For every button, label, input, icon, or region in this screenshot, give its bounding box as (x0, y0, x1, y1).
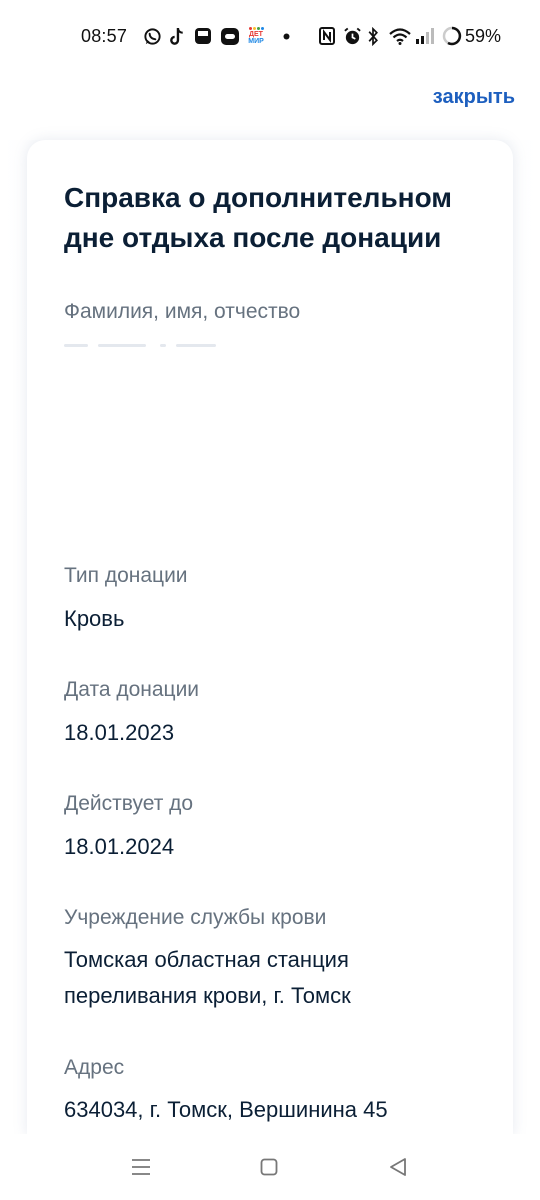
nfc-icon (318, 26, 336, 46)
certificate-card: Справка о дополнительном дне отдыха посл… (27, 140, 513, 1136)
detmir-bottom-text: МИР (248, 38, 264, 45)
app-icon (219, 26, 241, 46)
home-icon[interactable] (254, 1154, 284, 1180)
redacted-name (64, 344, 224, 348)
back-icon[interactable] (383, 1154, 413, 1180)
detmir-icon: ДЕТ МИР (246, 26, 266, 46)
donation-date-label: Дата донации (64, 678, 200, 701)
signal-icon (414, 26, 436, 46)
valid-until-label: Действует до (64, 792, 194, 815)
fio-label: Фамилия, имя, отчество (64, 300, 301, 323)
battery-percent: 59% (465, 26, 502, 46)
wifi-icon (388, 26, 412, 46)
close-button[interactable]: закрыть (433, 86, 515, 109)
bluetooth-icon (366, 26, 380, 46)
donation-type-label: Тип донации (64, 564, 188, 587)
status-bar: 08:57 ДЕТ МИР 59% (0, 0, 540, 72)
valid-until-value: 18.01.2024 (64, 834, 175, 859)
battery-icon (441, 26, 463, 46)
cup-icon (193, 26, 213, 46)
status-time: 08:57 (81, 26, 128, 46)
system-nav-bar (0, 1134, 540, 1200)
whatsapp-icon (142, 26, 162, 46)
dot-icon (280, 26, 292, 46)
donation-type-value: Кровь (64, 606, 125, 631)
donation-date-value: 18.01.2023 (64, 720, 175, 745)
menu-icon[interactable] (126, 1154, 156, 1180)
address-value: 634034, г. Томск, Вершинина 45 (64, 1097, 388, 1122)
address-label: Адрес (64, 1056, 125, 1079)
institution-label: Учреждение службы крови (64, 906, 327, 929)
alarm-icon (342, 26, 362, 46)
tiktok-icon (169, 26, 185, 46)
page-title: Справка о дополнительном дне отдыха посл… (64, 182, 453, 253)
detmir-top-text: ДЕТ (249, 31, 263, 38)
institution-value: Томская областная станция переливания кр… (64, 947, 351, 1008)
